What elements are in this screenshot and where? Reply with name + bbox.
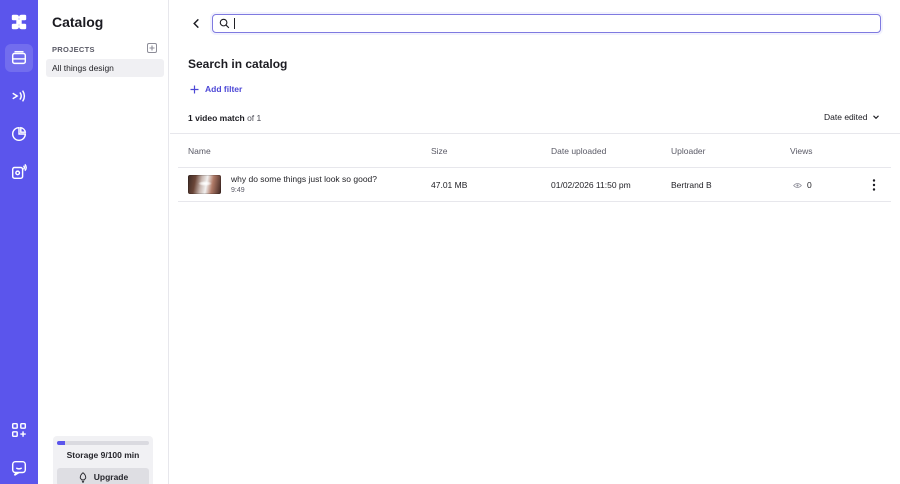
chevron-left-icon [192, 18, 199, 28]
divider [170, 133, 900, 134]
back-button[interactable] [187, 14, 205, 32]
add-project-button[interactable] [147, 43, 157, 53]
plus-icon [190, 85, 199, 93]
upgrade-button[interactable]: Upgrade [57, 468, 149, 484]
storage-progress-fill [57, 441, 66, 445]
column-header-uploader: Uploader [671, 146, 706, 156]
video-duration: 9:49 [231, 187, 245, 194]
video-views: 0 [793, 180, 812, 190]
library-icon[interactable] [5, 44, 33, 72]
column-header-size: Size [431, 146, 448, 156]
sort-dropdown[interactable]: Date edited [824, 112, 880, 122]
analytics-icon[interactable] [5, 120, 33, 148]
live-icon[interactable] [5, 158, 33, 186]
search-input[interactable] [234, 16, 874, 30]
app-logo-icon[interactable] [5, 8, 33, 36]
video-date-uploaded: 01/02/2026 11:50 pm [551, 180, 631, 190]
sort-label: Date edited [824, 112, 868, 122]
chevron-down-icon [873, 115, 880, 120]
sidebar-item-all-things-design[interactable]: All things design [46, 59, 164, 77]
add-filter-button[interactable]: Add filter [190, 84, 242, 94]
integrations-icon[interactable] [5, 416, 33, 444]
plus-icon [149, 45, 155, 51]
storage-panel: Storage 9/100 min Upgrade [53, 436, 153, 484]
search-box[interactable] [212, 14, 881, 33]
match-total: of 1 [247, 113, 262, 123]
eye-icon [793, 182, 802, 188]
projects-heading: PROJECTS [52, 45, 95, 54]
video-size: 47.01 MB [431, 180, 468, 190]
text-cursor [234, 18, 235, 29]
catalog-sidebar: Catalog PROJECTS All things design Stora… [38, 0, 169, 484]
logo-glyph [11, 14, 27, 30]
app-rail [0, 0, 38, 484]
video-uploader: Bertrand B [671, 180, 712, 190]
row-more-button[interactable] [868, 178, 880, 192]
add-filter-label: Add filter [205, 84, 243, 94]
views-count: 0 [807, 180, 812, 190]
more-vertical-icon [872, 179, 876, 191]
video-title[interactable]: why do some things just look so good? [231, 174, 377, 184]
broadcast-icon[interactable] [5, 82, 33, 110]
sidebar-title: Catalog [52, 14, 104, 30]
upgrade-label: Upgrade [93, 472, 129, 482]
match-summary: 1 video match of 1 [188, 113, 261, 123]
page-title: Search in catalog [188, 57, 288, 71]
rocket-icon [79, 471, 86, 483]
search-icon [219, 18, 230, 29]
column-header-views: Views [790, 146, 813, 156]
chat-icon[interactable] [5, 454, 33, 482]
storage-progress-bar [57, 441, 149, 445]
column-header-name: Name [188, 146, 211, 156]
column-header-date-uploaded: Date uploaded [551, 146, 607, 156]
table-row[interactable]: why do some things just look so good? 9:… [178, 168, 891, 201]
video-thumbnail[interactable] [188, 175, 221, 194]
storage-label: Storage 9/100 min [66, 450, 140, 460]
row-divider [178, 201, 891, 202]
match-count: 1 video match [188, 113, 245, 123]
